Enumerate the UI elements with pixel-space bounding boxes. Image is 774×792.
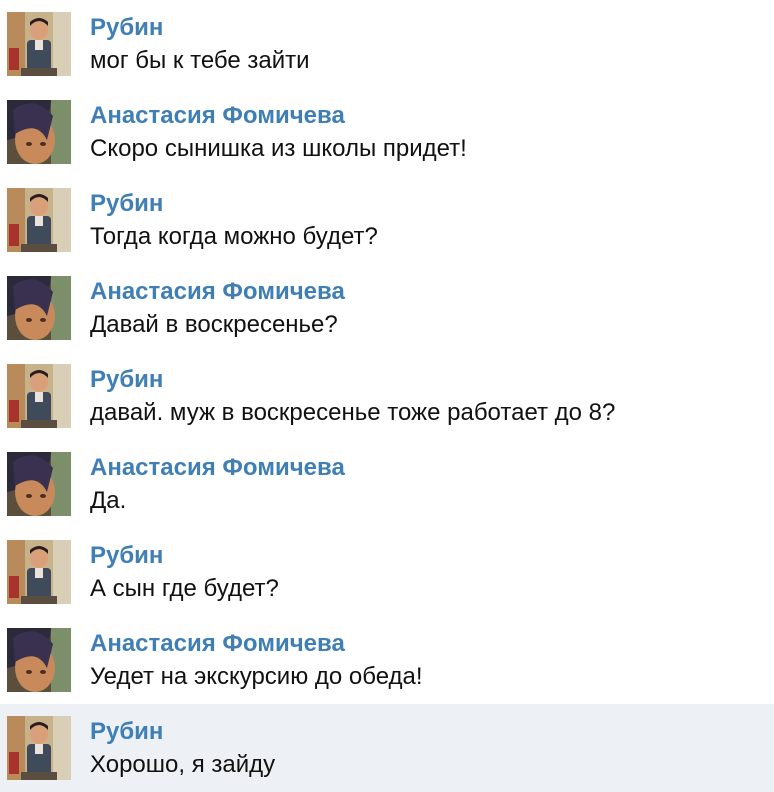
message-author-link[interactable]: Анастасия Фомичева [90, 102, 345, 130]
message-item: Рубин мог бы к тебе зайти [0, 0, 774, 88]
message-author-link[interactable]: Анастасия Фомичева [90, 278, 345, 306]
woman-avatar[interactable] [7, 452, 71, 516]
message-text: Тогда когда можно будет? [90, 223, 378, 250]
woman-avatar[interactable] [7, 276, 71, 340]
message-item: Анастасия Фомичева Уедет на экскурсию до … [0, 616, 774, 704]
man-avatar[interactable] [7, 188, 71, 252]
message-item: Рубин Тогда когда можно будет? [0, 176, 774, 264]
man-avatar[interactable] [7, 364, 71, 428]
message-text: Да. [90, 487, 127, 514]
message-text: А сын где будет? [90, 575, 279, 602]
message-text: Уедет на экскурсию до обеда! [90, 663, 423, 690]
man-avatar[interactable] [7, 12, 71, 76]
message-item: Рубин Хорошо, я зайду [0, 704, 774, 792]
message-author-link[interactable]: Рубин [90, 718, 163, 746]
message-item: Анастасия Фомичева Да. [0, 440, 774, 528]
message-author-link[interactable]: Рубин [90, 366, 163, 394]
message-item: Анастасия Фомичева Скоро сынишка из школы… [0, 88, 774, 176]
woman-avatar[interactable] [7, 628, 71, 692]
message-item: Рубин давай. муж в воскресенье тоже работ… [0, 352, 774, 440]
man-avatar[interactable] [7, 540, 71, 604]
message-item: Анастасия Фомичева Давай в воскресенье? [0, 264, 774, 352]
message-author-link[interactable]: Рубин [90, 542, 163, 570]
woman-avatar[interactable] [7, 100, 71, 164]
message-text: давай. муж в воскресенье тоже работает д… [90, 399, 616, 426]
message-text: Скоро сынишка из школы придет! [90, 135, 467, 162]
message-text: Хорошо, я зайду [90, 751, 276, 778]
message-author-link[interactable]: Анастасия Фомичева [90, 630, 345, 658]
message-author-link[interactable]: Рубин [90, 14, 163, 42]
man-avatar[interactable] [7, 716, 71, 780]
message-text: мог бы к тебе зайти [90, 47, 310, 74]
message-item: Рубин А сын где будет? [0, 528, 774, 616]
message-text: Давай в воскресенье? [90, 311, 338, 338]
message-author-link[interactable]: Рубин [90, 190, 163, 218]
message-author-link[interactable]: Анастасия Фомичева [90, 454, 345, 482]
message-thread: Рубин мог бы к тебе зайти Анастасия Фомиче… [0, 0, 774, 792]
